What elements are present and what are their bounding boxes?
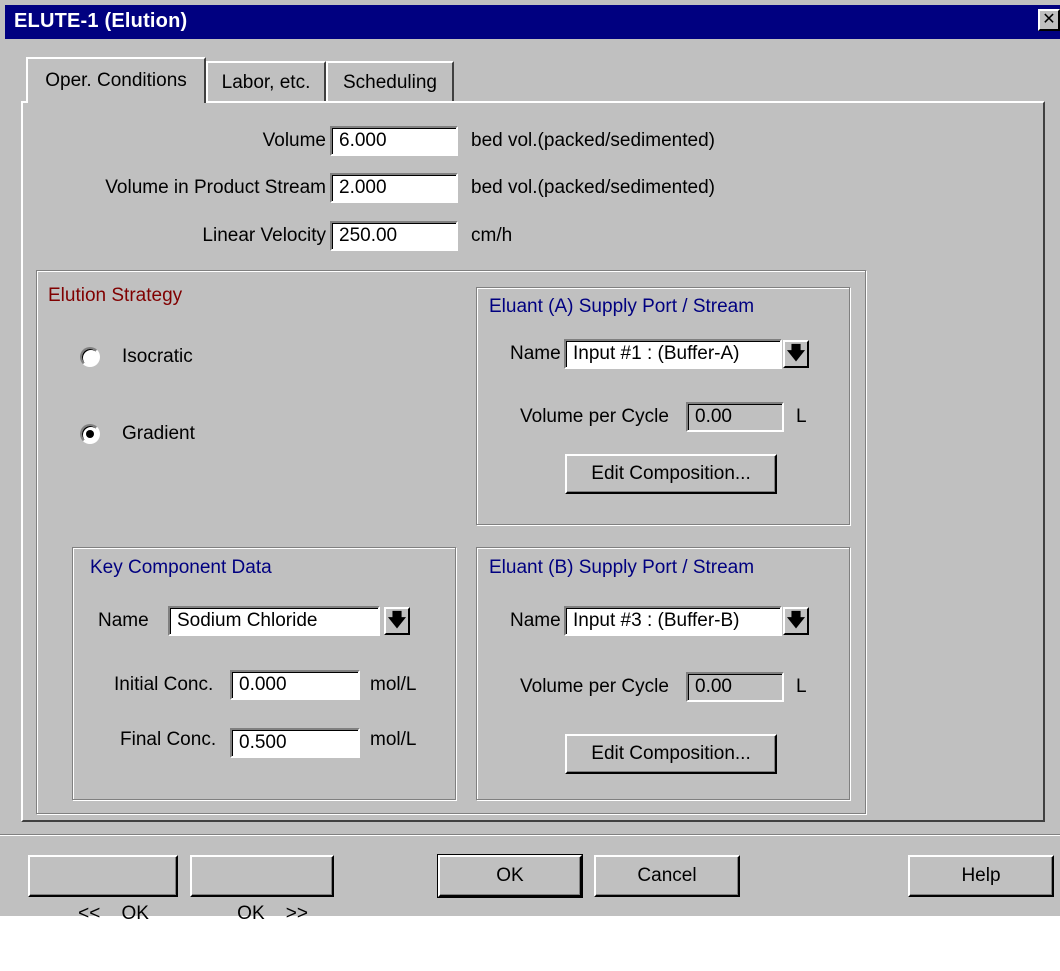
close-icon: ✕ [1042, 11, 1056, 28]
button-label: << OK [78, 903, 149, 924]
eluant-a-volume-label: Volume per Cycle [520, 406, 669, 427]
eluant-a-volume-field: 0.00 [686, 402, 784, 432]
volume-unit: bed vol.(packed/sedimented) [471, 130, 715, 151]
linear-velocity-label: Linear Velocity [202, 225, 326, 246]
title-bar[interactable]: ELUTE-1 (Elution) ✕ [5, 5, 1060, 39]
dialog-window: ELUTE-1 (Elution) ✕ Oper. Conditions Lab… [0, 0, 1060, 924]
key-component-dropdown-button[interactable]: 🡇 [384, 607, 410, 635]
volume-product-input[interactable]: 2.000 [330, 173, 458, 203]
initial-conc-unit: mol/L [370, 674, 417, 695]
final-conc-unit: mol/L [370, 729, 417, 750]
cancel-button[interactable]: Cancel [594, 855, 740, 897]
next-ok-button[interactable]: OK >> [190, 855, 334, 924]
arrow-down-icon: 🡇 [786, 610, 806, 630]
initial-conc-label: Initial Conc. [114, 674, 214, 695]
gradient-radio[interactable] [80, 424, 100, 444]
eluant-a-edit-composition-button[interactable]: Edit Composition... [565, 454, 777, 494]
eluant-b-volume-label: Volume per Cycle [520, 676, 669, 697]
eluant-a-title: Eluant (A) Supply Port / Stream [489, 296, 755, 317]
prev-ok-button[interactable]: << OK [28, 855, 178, 924]
window-title: ELUTE-1 (Elution) [14, 10, 188, 32]
volume-label: Volume [262, 130, 326, 151]
gradient-label[interactable]: Gradient [122, 423, 195, 445]
ok-button[interactable]: OK [437, 854, 583, 898]
tab-labor[interactable]: Labor, etc. [206, 61, 326, 101]
button-label: Cancel [637, 865, 697, 886]
footer-separator [0, 834, 1060, 836]
tab-oper-conditions[interactable]: Oper. Conditions [26, 57, 206, 103]
arrow-down-icon: 🡇 [786, 343, 806, 363]
volume-product-unit: bed vol.(packed/sedimented) [471, 177, 715, 198]
eluant-b-name-select[interactable]: Input #3 : (Buffer-B) [564, 606, 782, 636]
eluant-b-edit-composition-button[interactable]: Edit Composition... [565, 734, 777, 774]
eluant-b-title: Eluant (B) Supply Port / Stream [489, 557, 755, 578]
linear-velocity-unit: cm/h [471, 225, 513, 246]
eluant-a-name-select[interactable]: Input #1 : (Buffer-A) [564, 339, 782, 369]
elution-strategy-title: Elution Strategy [48, 285, 183, 306]
close-button[interactable]: ✕ [1038, 9, 1060, 31]
key-component-name-label: Name [98, 610, 149, 631]
eluant-b-name-label: Name [510, 610, 561, 631]
eluant-a-volume-unit: L [796, 406, 807, 427]
tab-label: Oper. Conditions [45, 70, 187, 91]
key-component-name-select[interactable]: Sodium Chloride [168, 606, 380, 636]
tab-scheduling[interactable]: Scheduling [326, 61, 454, 101]
eluant-b-volume-unit: L [796, 676, 807, 697]
final-conc-label: Final Conc. [120, 729, 217, 750]
volume-product-label: Volume in Product Stream [105, 177, 326, 198]
button-label: Help [961, 865, 1001, 886]
help-button[interactable]: Help [908, 855, 1054, 897]
button-label: Edit Composition... [591, 463, 751, 484]
initial-conc-input[interactable]: 0.000 [230, 670, 360, 700]
isocratic-label[interactable]: Isocratic [122, 346, 193, 368]
eluant-b-dropdown-button[interactable]: 🡇 [783, 607, 809, 635]
eluant-a-name-label: Name [510, 343, 561, 364]
button-label: OK [496, 865, 524, 886]
tab-label: Labor, etc. [221, 72, 311, 93]
arrow-down-icon: 🡇 [387, 610, 407, 630]
tab-label: Scheduling [342, 72, 438, 93]
eluant-a-dropdown-button[interactable]: 🡇 [783, 340, 809, 368]
key-component-title: Key Component Data [90, 557, 272, 578]
eluant-b-volume-field: 0.00 [686, 672, 784, 702]
linear-velocity-input[interactable]: 250.00 [330, 221, 458, 251]
button-label: Edit Composition... [591, 743, 751, 764]
final-conc-input[interactable]: 0.500 [230, 728, 360, 758]
volume-input[interactable]: 6.000 [330, 126, 458, 156]
isocratic-radio[interactable] [80, 347, 100, 367]
button-label: OK >> [237, 903, 308, 924]
